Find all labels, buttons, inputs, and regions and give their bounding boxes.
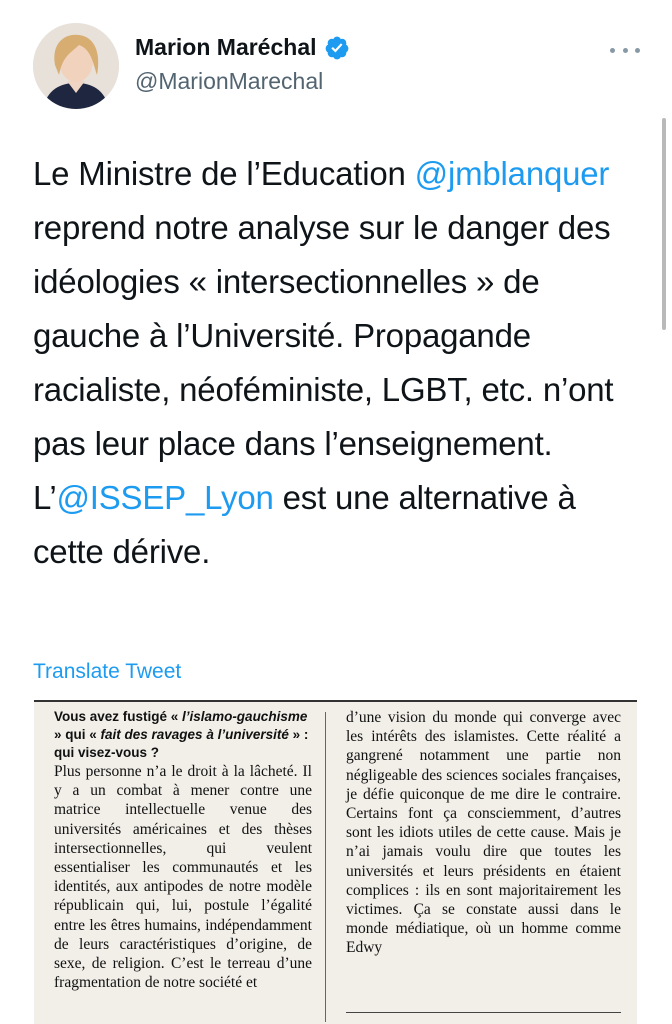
translate-tweet-link[interactable]: Translate Tweet [33, 660, 181, 684]
question-text: Vous avez fustigé « [54, 709, 183, 724]
tweet-text-part: Le Ministre de l’Education [33, 155, 415, 192]
author-name-row: Marion Maréchal [135, 34, 350, 61]
article-text: d’une vision du monde qui converge avec … [346, 709, 621, 957]
verified-badge-icon [324, 35, 350, 61]
dot [610, 47, 615, 53]
article-column-right: d’une vision du monde qui converge avec … [346, 708, 621, 958]
profile-photo-icon [33, 23, 119, 109]
question-quote: fait des ravages à l’université [100, 727, 289, 742]
mention-link[interactable]: @jmblanquer [415, 155, 610, 192]
dot [622, 47, 628, 53]
tweet-text-part: reprend notre analyse sur le danger des … [33, 209, 614, 516]
divider [346, 1012, 621, 1013]
article-column-left: Vous avez fustigé « l’islamo-gauchisme »… [54, 708, 312, 992]
question-text: » qui « [54, 727, 101, 742]
question-quote: l’islamo-gauchisme [182, 709, 308, 724]
divider [34, 700, 637, 702]
article-text: Plus personne n’a le droit à la lâcheté.… [54, 763, 312, 992]
more-options-icon[interactable] [610, 44, 640, 56]
interview-question: Vous avez fustigé « l’islamo-gauchisme »… [54, 708, 312, 762]
tweet-text: Le Ministre de l’Education @jmblanquer r… [33, 147, 648, 579]
dot [635, 47, 640, 53]
author-handle[interactable]: @MarionMarechal [135, 68, 323, 95]
avatar[interactable] [33, 23, 119, 109]
scrollbar[interactable] [662, 118, 666, 330]
mention-link[interactable]: @ISSEP_Lyon [56, 479, 273, 516]
column-divider [325, 712, 326, 1022]
author-name[interactable]: Marion Maréchal [135, 34, 317, 61]
attached-image[interactable]: Vous avez fustigé « l’islamo-gauchisme »… [34, 700, 637, 1024]
